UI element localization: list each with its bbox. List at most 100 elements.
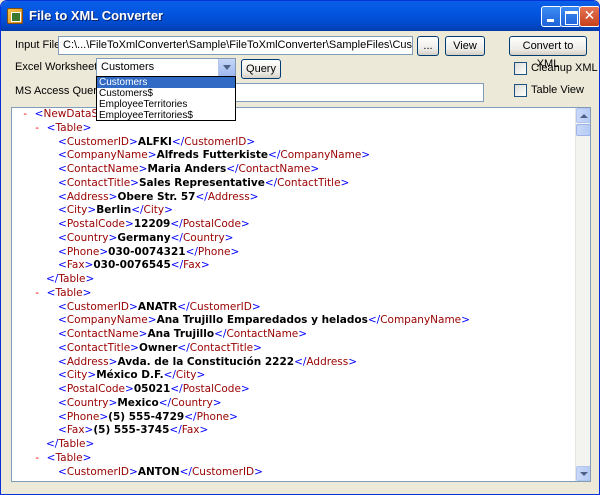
- xml-line: <Country>Mexico</Country>: [12, 397, 572, 411]
- xml-bracket: >: [249, 190, 259, 203]
- collapse-toggle-icon[interactable]: -: [34, 287, 47, 299]
- xml-tag-name: Address: [306, 355, 349, 368]
- table-view-checkbox[interactable]: [514, 84, 527, 97]
- xml-bracket: >: [147, 149, 157, 162]
- chevron-down-icon[interactable]: [218, 59, 235, 76]
- maximize-button[interactable]: [560, 6, 581, 27]
- worksheet-option[interactable]: Customers: [97, 77, 235, 88]
- xml-tag-name: City: [143, 204, 165, 217]
- ms-access-query-field[interactable]: [234, 83, 484, 102]
- xml-tag-name: Address: [66, 190, 109, 203]
- xml-tag-name: Address: [207, 190, 250, 203]
- xml-line: <ContactTitle>Sales Representative</Cont…: [12, 177, 572, 191]
- xml-tag-name: Phone: [196, 410, 230, 423]
- xml-bracket: >: [254, 465, 263, 478]
- cleanup-xml-checkbox[interactable]: [514, 62, 527, 75]
- xml-bracket: >: [340, 176, 350, 189]
- title-bar[interactable]: File to XML Converter ✕: [1, 1, 599, 31]
- xml-bracket: >: [85, 438, 95, 450]
- collapse-toggle-icon[interactable]: -: [22, 108, 35, 120]
- xml-tag-name: Table: [55, 286, 83, 299]
- collapse-toggle-icon[interactable]: -: [34, 122, 47, 134]
- scroll-thumb[interactable]: [576, 124, 590, 136]
- xml-tag-name: CustomerID: [66, 465, 129, 478]
- xml-bracket: </: [131, 204, 144, 217]
- xml-line: <ContactName>Maria Anders</ContactName>: [12, 163, 572, 177]
- xml-tag-name: Table: [55, 121, 83, 134]
- xml-viewer[interactable]: - <NewDataSet>- <Table><CustomerID>ALFKI…: [11, 107, 591, 482]
- xml-tag-name: Country: [66, 396, 109, 409]
- scroll-down-icon[interactable]: [576, 466, 590, 481]
- app-icon: [7, 8, 23, 24]
- xml-line: <Fax>(5) 555-3745</Fax>: [12, 424, 572, 438]
- view-button[interactable]: View: [445, 36, 485, 56]
- input-file-field[interactable]: C:\...\FileToXmlConverter\Sample\FileToX…: [58, 36, 413, 55]
- window-title: File to XML Converter: [29, 8, 164, 23]
- xml-bracket: <: [58, 410, 67, 423]
- xml-tag-name: City: [175, 369, 197, 382]
- xml-bracket: </: [195, 190, 208, 203]
- vertical-scrollbar[interactable]: [575, 108, 590, 481]
- xml-bracket: <: [58, 328, 67, 340]
- scroll-up-icon[interactable]: [576, 108, 590, 123]
- xml-tag-name: CustomerID: [66, 135, 129, 148]
- xml-bracket: >: [125, 218, 134, 230]
- xml-bracket: <: [58, 383, 67, 395]
- xml-bracket: </: [264, 176, 278, 189]
- xml-bracket: >: [298, 328, 308, 340]
- worksheet-dropdown-list[interactable]: Customers Customers$ EmployeeTerritories…: [96, 76, 236, 121]
- xml-value: 05021: [133, 383, 171, 395]
- xml-value: Maria Anders: [147, 163, 227, 175]
- xml-line: </Table>: [12, 273, 572, 287]
- xml-value: 12209: [133, 218, 171, 230]
- xml-bracket: <: [58, 355, 67, 368]
- xml-value: Sales Representative: [138, 176, 265, 189]
- xml-bracket: <: [58, 190, 67, 203]
- xml-value: ANTON: [137, 465, 180, 478]
- xml-value: Avda. de la Constitución 2222: [117, 355, 295, 368]
- xml-bracket: >: [229, 410, 238, 423]
- xml-line: <CustomerID>ANATR</CustomerID>: [12, 301, 572, 315]
- xml-tag-name: Fax: [181, 424, 200, 437]
- xml-tag-name: ContactName: [66, 328, 139, 340]
- xml-bracket: <: [58, 245, 67, 258]
- xml-bracket: </: [46, 438, 59, 450]
- input-file-label: Input File:: [15, 39, 64, 51]
- xml-bracket: >: [147, 314, 157, 327]
- xml-tag-name: CompanyName: [66, 314, 148, 327]
- worksheet-option[interactable]: EmployeeTerritories: [97, 99, 235, 110]
- xml-bracket: >: [361, 149, 371, 162]
- minimize-button[interactable]: [541, 6, 562, 27]
- xml-bracket: >: [130, 341, 139, 354]
- query-button[interactable]: Query: [241, 59, 281, 79]
- xml-bracket: >: [125, 383, 134, 395]
- xml-bracket: >: [251, 300, 261, 313]
- close-button[interactable]: ✕: [579, 6, 599, 27]
- xml-tag-name: Phone: [66, 410, 100, 423]
- xml-value: Mexico: [117, 396, 159, 409]
- xml-bracket: <: [58, 369, 67, 382]
- xml-bracket: >: [87, 204, 97, 217]
- xml-bracket: <: [58, 396, 67, 409]
- xml-bracket: </: [170, 231, 183, 244]
- convert-to-xml-button[interactable]: Convert to XML: [509, 36, 587, 70]
- xml-bracket: >: [99, 245, 109, 258]
- xml-line: <Address>Avda. de la Constitución 2222</…: [12, 356, 572, 370]
- worksheet-option[interactable]: Customers$: [97, 88, 235, 99]
- xml-tag-name: CustomerID: [66, 300, 129, 313]
- xml-bracket: >: [164, 204, 173, 217]
- xml-tag-name: City: [66, 204, 88, 217]
- table-view-label: Table View: [531, 84, 584, 96]
- browse-button[interactable]: ...: [417, 36, 439, 56]
- xml-bracket: >: [348, 355, 358, 368]
- collapse-toggle-icon[interactable]: -: [34, 452, 47, 464]
- xml-tag-name: Phone: [66, 245, 100, 258]
- xml-tag-name: ContactName: [226, 328, 299, 340]
- xml-bracket: <: [58, 176, 67, 189]
- worksheet-select[interactable]: Customers: [96, 58, 236, 77]
- xml-tag-name: PostalCode: [66, 218, 126, 230]
- worksheet-option[interactable]: EmployeeTerritories$: [97, 110, 235, 121]
- xml-bracket: <: [58, 163, 67, 175]
- xml-value: 030-0076545: [93, 259, 171, 272]
- xml-bracket: >: [230, 245, 240, 258]
